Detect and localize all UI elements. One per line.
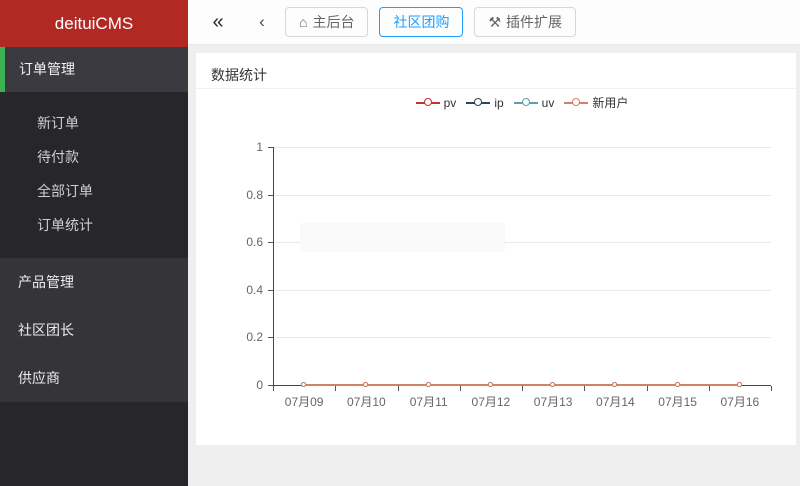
legend-label: ip <box>494 95 504 110</box>
sidebar-subitem[interactable]: 待付款 <box>0 140 188 174</box>
panel-title: 数据统计 <box>211 67 267 83</box>
topbar-tab[interactable]: ⌂ 主后台 <box>285 7 369 37</box>
sidebar-section-item[interactable]: 产品管理 <box>0 258 188 306</box>
tools-icon: ⚒ <box>488 14 502 30</box>
x-axis-label: 07月09 <box>284 395 324 409</box>
data-point-新用户 <box>550 382 556 387</box>
watermark-smudge <box>300 223 505 252</box>
x-axis-tick <box>397 386 399 391</box>
sidebar-subitem[interactable]: 新订单 <box>0 106 188 140</box>
data-point-新用户 <box>425 382 431 387</box>
x-axis-tick <box>646 386 648 391</box>
tab-label: 插件扩展 <box>506 14 563 30</box>
x-axis-tick <box>584 386 586 391</box>
topbar-tab[interactable]: 社区团购 <box>379 7 464 37</box>
sidebar: deituiCMS 订单管理 新订单 待付款 全部订单 订单统计 产品管理 社区团长 供应… <box>0 0 188 486</box>
x-axis-label: 07月10 <box>347 395 386 409</box>
y-axis-label: 0 <box>256 378 263 392</box>
x-axis-label: 07月16 <box>720 395 760 409</box>
app-root: deituiCMS 订单管理 新订单 待付款 全部订单 订单统计 产品管理 社区团长 供应… <box>0 0 800 486</box>
x-axis-tick <box>335 386 337 391</box>
y-axis-label: 0.2 <box>246 330 263 345</box>
y-axis-label: 1 <box>256 140 263 154</box>
y-gridline <box>273 337 771 339</box>
x-axis-label: 07月13 <box>533 395 573 409</box>
legend-line-marker-icon <box>466 97 491 106</box>
data-point-新用户 <box>736 382 742 387</box>
brand-logo: deituiCMS <box>0 0 188 47</box>
legend-line-marker-icon <box>513 97 538 106</box>
topbar-tab[interactable]: ⚒ 插件扩展 <box>474 7 577 37</box>
data-point-新用户 <box>487 382 493 387</box>
x-axis-label: 07月12 <box>471 395 511 409</box>
back-icon[interactable]: ‹ <box>250 12 274 32</box>
y-axis-line <box>273 147 274 385</box>
data-point-新用户 <box>674 382 680 387</box>
sidebar-item-label: 订单管理 <box>19 61 75 77</box>
legend-line-marker-icon <box>564 97 589 106</box>
sidebar-section-item[interactable]: 供应商 <box>0 354 188 402</box>
x-axis-tick <box>459 386 461 391</box>
x-axis-label: 07月11 <box>409 395 448 409</box>
legend-label: uv <box>541 95 555 110</box>
data-point-新用户 <box>363 382 369 387</box>
sidebar-item-order-management[interactable]: 订单管理 <box>0 47 188 92</box>
sidebar-section-item[interactable]: 社区团长 <box>0 306 188 354</box>
sidebar-subitem[interactable]: 订单统计 <box>0 208 188 242</box>
sidebar-submenu: 新订单 待付款 全部订单 订单统计 <box>0 92 188 258</box>
topbar-tabs: ⌂ 主后台 社区团购 ⚒ 插件扩展 <box>274 7 577 37</box>
y-gridline <box>273 289 771 291</box>
y-axis-label: 0.4 <box>246 282 263 297</box>
y-gridline <box>273 194 771 196</box>
legend-item-新用户[interactable]: 新用户 <box>564 94 628 111</box>
line-chart: pv ip uv 新用户 0 0.2 0.4 0.6 0.8 1 07月09 07月10 07月11 0… <box>196 89 796 445</box>
sidebar-sections: 产品管理 社区团长 供应商 <box>0 258 188 402</box>
tab-label: 主后台 <box>312 14 355 30</box>
x-axis-label: 07月14 <box>596 395 635 409</box>
legend-item-ip[interactable]: ip <box>466 94 504 111</box>
y-axis-label: 0.8 <box>246 187 263 202</box>
panel-header: 数据统计 <box>196 53 796 89</box>
home-icon: ⌂ <box>299 14 308 30</box>
x-axis-tick <box>522 386 523 391</box>
active-indicator-bar <box>0 47 5 92</box>
legend-item-pv[interactable]: pv <box>415 94 457 111</box>
sidebar-subitem[interactable]: 全部订单 <box>0 174 188 208</box>
y-axis-label: 0.6 <box>246 235 263 250</box>
x-axis-tick <box>771 386 772 391</box>
x-axis-tick <box>708 386 710 391</box>
legend-item-uv[interactable]: uv <box>513 94 555 111</box>
data-point-新用户 <box>612 382 618 387</box>
legend-line-marker-icon <box>415 97 440 106</box>
data-point-新用户 <box>301 382 307 387</box>
legend-label: pv <box>443 95 457 110</box>
x-axis-tick <box>273 386 274 391</box>
stats-panel: 数据统计 pv ip uv 新用户 0 0.2 0.4 0.6 0.8 1 07月09 07月10 0… <box>196 53 796 445</box>
collapse-sidebar-icon[interactable]: « <box>204 11 232 34</box>
tab-label: 社区团购 <box>393 14 450 30</box>
topbar: « ‹ ⌂ 主后台 社区团购 ⚒ 插件扩展 <box>188 0 800 45</box>
legend-label: 新用户 <box>592 96 629 110</box>
y-gridline <box>273 147 771 148</box>
chart-legend: pv ip uv 新用户 <box>273 94 771 111</box>
x-axis-label: 07月15 <box>658 395 697 409</box>
